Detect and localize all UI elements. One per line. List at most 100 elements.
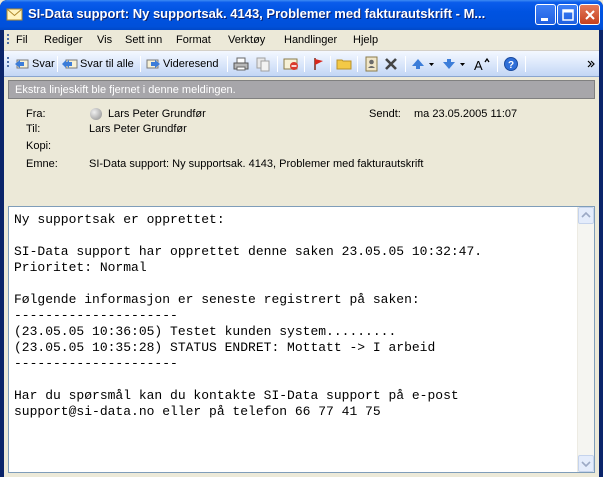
vertical-scrollbar[interactable] [577,207,594,472]
move-to-folder-button[interactable] [336,54,354,74]
up-arrow-icon [412,59,424,69]
menu-format[interactable]: Format [176,34,211,46]
minimize-button[interactable] [535,4,556,25]
folder-icon [336,59,352,70]
svg-text:?: ? [508,60,514,71]
font-size-icon: A [474,57,490,72]
forward-button[interactable]: Videresend [145,54,218,74]
copy-button[interactable] [255,54,273,74]
delete-icon [385,58,397,70]
scroll-down-button[interactable] [578,455,594,472]
window-title: SI-Data support: Ny supportsak. 4143, Pr… [28,6,486,21]
window-client-area: Fil Rediger Vis Sett inn Format Verktøy … [4,30,599,477]
body-line [14,372,569,388]
menu-rediger[interactable]: Rediger [44,34,83,46]
message-body[interactable]: Ny supportsak er opprettet: SI-Data suppo… [8,206,595,473]
body-line: (23.05.05 10:35:28) STATUS ENDRET: Motta… [14,340,436,355]
reply-button[interactable]: Svar [14,54,55,74]
from-label: Fra: [26,108,46,120]
menu-vis[interactable]: Vis [97,34,112,46]
scroll-up-button[interactable] [578,207,594,224]
previous-item-dropdown[interactable] [428,54,437,74]
copy-icon [256,57,270,72]
maximize-button[interactable] [557,4,578,25]
next-item-button[interactable] [442,54,458,74]
toolbar-separator [140,56,141,72]
delete-button[interactable] [383,54,401,74]
junk-mail-icon [283,58,298,70]
close-button[interactable] [579,4,600,25]
print-icon [233,57,249,71]
chevron-right-icon [587,60,595,68]
flag-icon [314,58,323,70]
menu-sett-inn[interactable]: Sett inn [125,34,162,46]
toolbar-separator [57,56,58,72]
subject-label: Emne: [26,158,58,170]
close-icon [585,10,595,20]
body-line: support@si-data.no eller på telefon 66 7… [14,404,381,419]
body-line: Prioritet: Normal [14,260,147,275]
body-line: Følgende informasjon er seneste registre… [14,292,420,307]
presence-status-icon[interactable] [90,108,102,120]
from-value[interactable]: Lars Peter Grundfør [108,108,206,120]
reply-icon [15,59,29,69]
to-value[interactable]: Lars Peter Grundfør [89,123,187,135]
toolbar-separator [525,56,526,72]
body-line [14,228,569,244]
toolbar-overflow-chevron[interactable] [587,54,597,74]
svg-text:A: A [474,58,483,72]
toolbar-separator [227,56,228,72]
sent-value: ma 23.05.2005 11:07 [414,108,518,120]
font-size-button[interactable]: A [473,54,493,74]
address-book-button[interactable] [363,54,381,74]
address-book-icon [365,56,378,72]
message-body-text: Ny supportsak er opprettet: SI-Data suppo… [14,212,569,420]
title-bar[interactable]: SI-Data support: Ny supportsak. 4143, Pr… [0,0,603,30]
toolbar-separator [497,56,498,72]
body-line: Ny supportsak er opprettet: [14,212,225,227]
toolbar: Svar Svar til alle Videresend A ? [4,51,599,77]
junk-button[interactable] [283,54,301,74]
previous-item-button[interactable] [411,54,427,74]
toolbar-separator [277,56,278,72]
body-line: --------------------- [14,308,178,323]
minimize-icon [541,18,548,21]
forward-label: Videresend [163,58,219,70]
body-line [14,276,569,292]
subject-value: SI-Data support: Ny supportsak. 4143, Pr… [89,158,424,170]
body-line: SI-Data support har opprettet denne sake… [14,244,483,259]
dropdown-arrow-icon [429,63,434,66]
toolbar-grip[interactable] [7,57,9,69]
help-button[interactable]: ? [503,54,521,74]
menu-handlinger[interactable]: Handlinger [284,34,337,46]
maximize-icon [562,9,574,21]
sent-label: Sendt: [369,108,401,120]
reply-all-button[interactable]: Svar til alle [62,54,134,74]
menu-fil[interactable]: Fil [16,34,28,46]
chevron-down-icon [581,461,591,468]
forward-icon [146,59,160,69]
chevron-up-icon [581,211,591,218]
menu-hjelp[interactable]: Hjelp [353,34,378,46]
message-header: Fra: Lars Peter Grundfør Sendt: ma 23.05… [4,100,599,204]
body-line: (23.05.05 10:36:05) Testet kunden system… [14,324,397,339]
toolbar-separator [330,56,331,72]
cc-label: Kopi: [26,140,52,152]
down-arrow-icon [443,59,455,69]
to-label: Til: [26,123,41,135]
reply-all-label: Svar til alle [80,58,134,70]
menu-grip[interactable] [7,34,9,46]
print-button[interactable] [233,54,251,74]
info-bar[interactable]: Ekstra linjeskift ble fjernet i denne me… [8,80,595,99]
message-window: SI-Data support: Ny supportsak. 4143, Pr… [0,0,603,477]
dropdown-arrow-icon [460,63,465,66]
follow-up-flag-button[interactable] [310,54,328,74]
toolbar-separator [405,56,406,72]
toolbar-separator [304,56,305,72]
menu-verktoy[interactable]: Verktøy [228,34,265,46]
body-line: --------------------- [14,356,178,371]
toolbar-separator [357,56,358,72]
envelope-icon [6,8,23,21]
next-item-dropdown[interactable] [459,54,468,74]
reply-all-icon [62,59,78,69]
